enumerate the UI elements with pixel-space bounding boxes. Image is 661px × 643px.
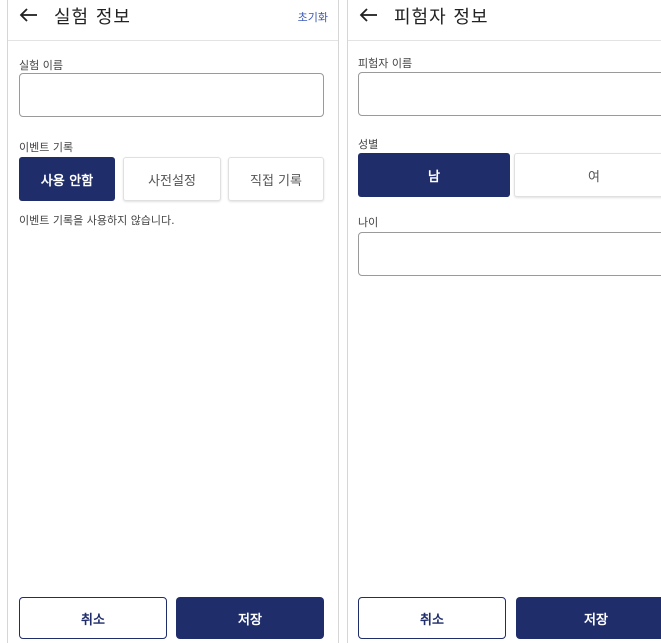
event-option-manual-button[interactable]: 직접 기록 xyxy=(228,157,324,201)
age-label: 나이 xyxy=(358,216,379,229)
subject-info-header: 피험자 정보 xyxy=(348,0,661,41)
gender-label: 성별 xyxy=(358,138,379,151)
gender-female-button[interactable]: 여 xyxy=(514,153,661,197)
event-logging-label: 이벤트 기록 xyxy=(19,141,74,154)
event-option-preset-button[interactable]: 사전설정 xyxy=(123,157,221,201)
event-logging-helper-text: 이벤트 기록을 사용하지 않습니다. xyxy=(19,214,175,227)
gender-male-button[interactable]: 남 xyxy=(358,153,510,197)
cancel-button[interactable]: 취소 xyxy=(358,597,506,639)
age-input[interactable] xyxy=(358,232,661,276)
event-option-none-button[interactable]: 사용 안함 xyxy=(19,157,115,201)
reset-button[interactable]: 초기화 xyxy=(298,9,328,25)
app-screens: 실험 정보 초기화 실험 이름 이벤트 기록 사용 안함 사전설정 직접 기록 … xyxy=(0,0,661,643)
save-button[interactable]: 저장 xyxy=(176,597,324,639)
save-button[interactable]: 저장 xyxy=(516,597,661,639)
experiment-name-input[interactable] xyxy=(19,73,324,117)
subject-name-label: 피험자 이름 xyxy=(358,57,413,70)
experiment-info-header: 실험 정보 초기화 xyxy=(8,0,338,41)
back-arrow-icon[interactable] xyxy=(358,4,380,26)
subject-info-screen: 피험자 정보 피험자 이름 성별 남 여 나이 취소 저장 xyxy=(347,0,661,643)
page-title: 실험 정보 xyxy=(54,7,131,28)
experiment-info-screen: 실험 정보 초기화 실험 이름 이벤트 기록 사용 안함 사전설정 직접 기록 … xyxy=(7,0,339,643)
cancel-button[interactable]: 취소 xyxy=(19,597,167,639)
subject-name-input[interactable] xyxy=(358,72,661,116)
page-title: 피험자 정보 xyxy=(394,7,489,28)
experiment-name-label: 실험 이름 xyxy=(19,59,63,72)
back-arrow-icon[interactable] xyxy=(18,4,40,26)
